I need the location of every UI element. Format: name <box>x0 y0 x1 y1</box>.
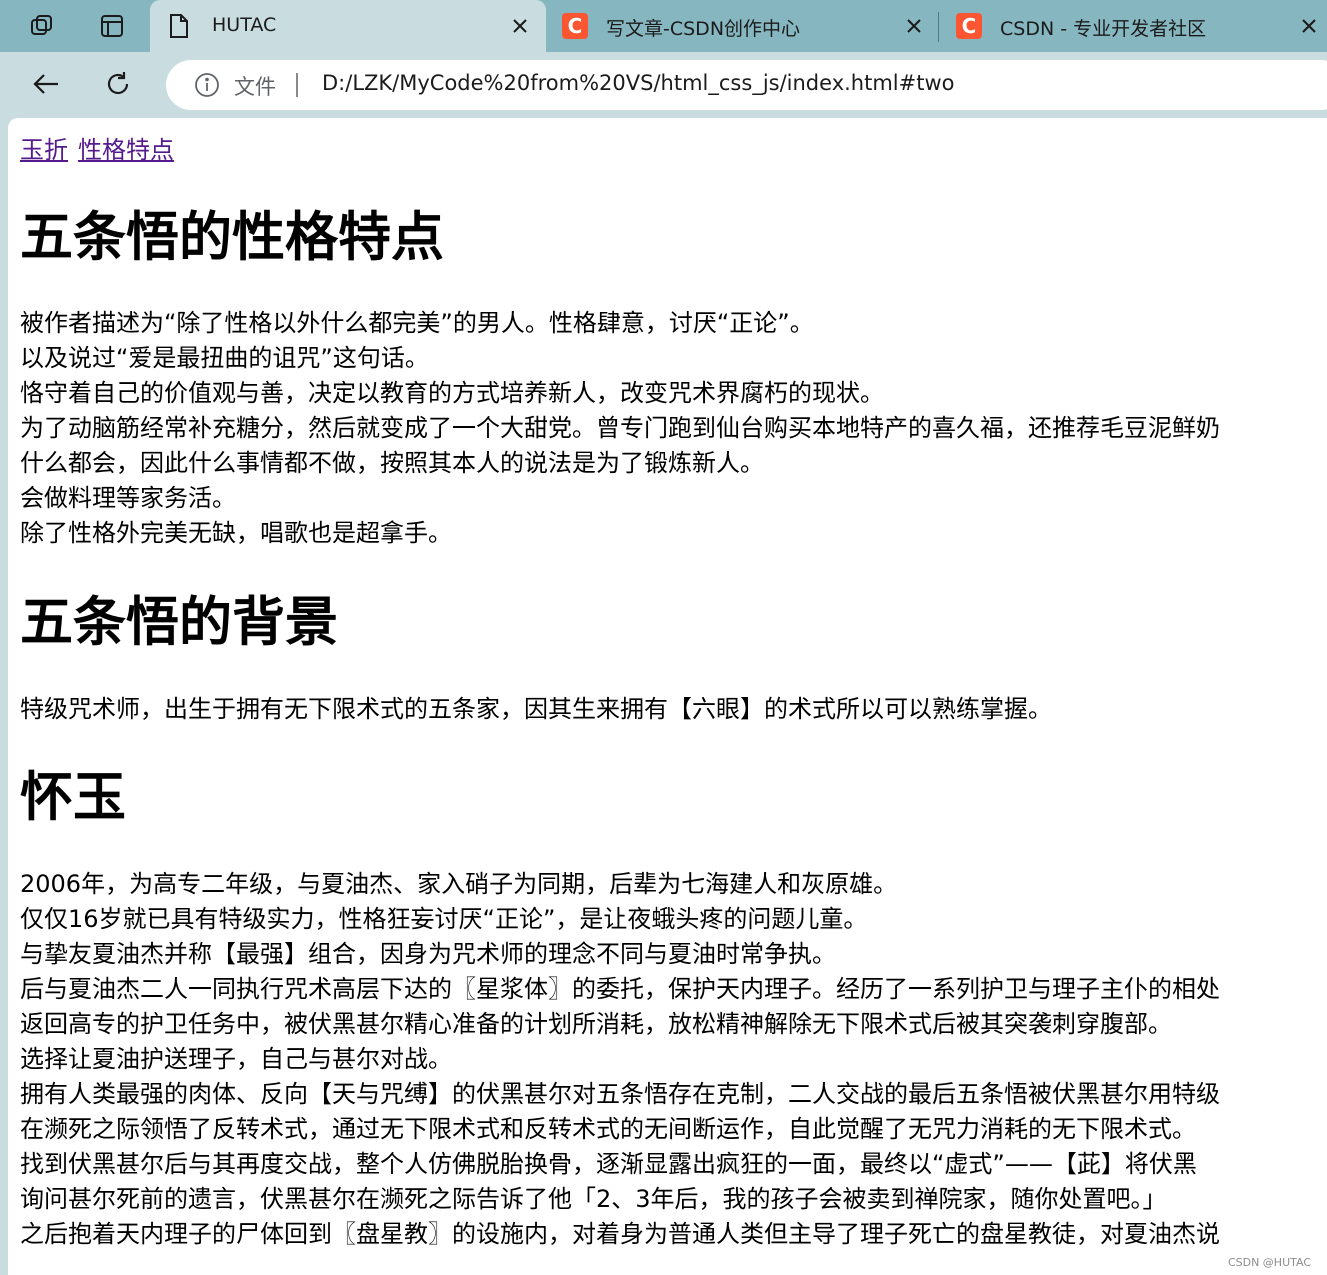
close-tab-icon[interactable] <box>1297 14 1321 38</box>
url-text[interactable]: D:/LZK/MyCode%20from%20VS/html_css_js/in… <box>322 71 954 95</box>
page-icon <box>168 13 190 43</box>
tab-title: CSDN - 专业开发者社区 <box>1000 18 1207 40</box>
tab-separator <box>938 12 939 42</box>
nav-link-yuzhe[interactable]: 玉折 <box>20 136 68 164</box>
section-body-huaiyu: 2006年，为高专二年级，与夏油杰、家入硝子为同期，后辈为七海建人和灰原雄。 仅… <box>20 867 1220 1252</box>
back-arrow-icon <box>33 74 58 94</box>
tab-actions-icon[interactable] <box>90 8 134 44</box>
back-button[interactable] <box>24 64 68 104</box>
text-line: 会做料理等家务活。 <box>20 484 236 512</box>
close-tab-icon[interactable] <box>902 14 926 38</box>
scheme-label: 文件 <box>234 75 276 99</box>
anchor-nav: 玉折 性格特点 <box>20 130 174 165</box>
csdn-favicon-icon: C <box>956 13 982 39</box>
text-line: 与挚友夏油杰并称【最强】组合，因身为咒术师的理念不同与夏油时常争执。 <box>20 940 836 968</box>
nav-link-traits[interactable]: 性格特点 <box>78 136 174 164</box>
text-line: 后与夏油杰二人一同执行咒术高层下达的〖星浆体〗的委托，保护天内理子。经历了一系列… <box>20 975 1220 1003</box>
text-line: 返回高专的护卫任务中，被伏黑甚尔精心准备的计划所消耗，放松精神解除无下限术式后被… <box>20 1010 1172 1038</box>
text-line: 选择让夏油护送理子，自己与甚尔对战。 <box>20 1045 452 1073</box>
text-line: 之后抱着天内理子的尸体回到〖盘星教〗的设施内，对着身为普通人类但主导了理子死亡的… <box>20 1220 1220 1248</box>
info-icon[interactable] <box>194 72 220 98</box>
watermark: CSDN @HUTAC <box>1227 1256 1311 1269</box>
page-viewport: 玉折 性格特点 五条悟的性格特点 被作者描述为“除了性格以外什么都完美”的男人。性… <box>8 118 1327 1275</box>
tab-strip: HUTAC C 写文章-CSDN创作中心 C CSDN - 专业开发者社区 <box>0 0 1327 52</box>
text-line: 特级咒术师，出生于拥有无下限术式的五条家，因其生来拥有【六眼】的术式所以可以熟练… <box>20 695 1052 723</box>
text-line: 在濒死之际领悟了反转术式，通过无下限术式和反转术式的无间断运作，自此觉醒了无咒力… <box>20 1115 1196 1143</box>
text-line: 拥有人类最强的肉体、反向【天与咒缚】的伏黑甚尔对五条悟存在克制，二人交战的最后五… <box>20 1080 1220 1108</box>
text-line: 被作者描述为“除了性格以外什么都完美”的男人。性格肆意，讨厌“正论”。 <box>20 309 814 337</box>
text-line: 2006年，为高专二年级，与夏油杰、家入硝子为同期，后辈为七海建人和灰原雄。 <box>20 870 898 898</box>
text-line: 为了动脑筋经常补充糖分，然后就变成了一个大甜党。曾专门跑到仙台购买本地特产的喜久… <box>20 414 1220 442</box>
tab-title: HUTAC <box>212 14 277 36</box>
text-line: 仅仅16岁就已具有特级实力，性格狂妄讨厌“正论”，是让夜蛾头疼的问题儿童。 <box>20 905 868 933</box>
tab-csdn-home[interactable]: C CSDN - 专业开发者社区 <box>942 0 1327 52</box>
address-bar[interactable]: 文件 D:/LZK/MyCode%20from%20VS/html_css_js… <box>166 60 1327 110</box>
tab-csdn-editor[interactable]: C 写文章-CSDN创作中心 <box>548 0 938 52</box>
text-line: 找到伏黑甚尔后与其再度交战，整个人仿佛脱胎换骨，逐渐显露出疯狂的一面，最终以“虚… <box>20 1150 1197 1178</box>
text-line: 恪守着自己的价值观与善，决定以教育的方式培养新人，改变咒术界腐朽的现状。 <box>20 379 884 407</box>
text-line: 除了性格外完美无缺，唱歌也是超拿手。 <box>20 519 452 547</box>
section-body-background: 特级咒术师，出生于拥有无下限术式的五条家，因其生来拥有【六眼】的术式所以可以熟练… <box>20 692 1052 727</box>
tab-hutac[interactable]: HUTAC <box>150 0 546 52</box>
browser-toolbar: 文件 D:/LZK/MyCode%20from%20VS/html_css_js… <box>0 52 1327 118</box>
reload-icon <box>107 72 129 95</box>
address-divider <box>296 73 298 97</box>
text-line: 询问甚尔死前的遗言，伏黑甚尔在濒死之际告诉了他「2、3年后，我的孩子会被卖到禅院… <box>20 1185 1167 1213</box>
text-line: 以及说过“爱是最扭曲的诅咒”这句话。 <box>20 344 429 372</box>
tab-title: 写文章-CSDN创作中心 <box>606 18 801 40</box>
section-heading-background: 五条悟的背景 <box>20 592 338 653</box>
close-tab-icon[interactable] <box>508 14 532 38</box>
workspaces-icon[interactable] <box>20 8 64 44</box>
section-heading-huaiyu: 怀玉 <box>20 767 126 828</box>
reload-button[interactable] <box>96 64 140 104</box>
text-line: 什么都会，因此什么事情都不做，按照其本人的说法是为了锻炼新人。 <box>20 449 764 477</box>
section-body-traits: 被作者描述为“除了性格以外什么都完美”的男人。性格肆意，讨厌“正论”。 以及说过… <box>20 306 1220 551</box>
csdn-favicon-icon: C <box>562 13 588 39</box>
section-heading-traits: 五条悟的性格特点 <box>20 207 444 268</box>
